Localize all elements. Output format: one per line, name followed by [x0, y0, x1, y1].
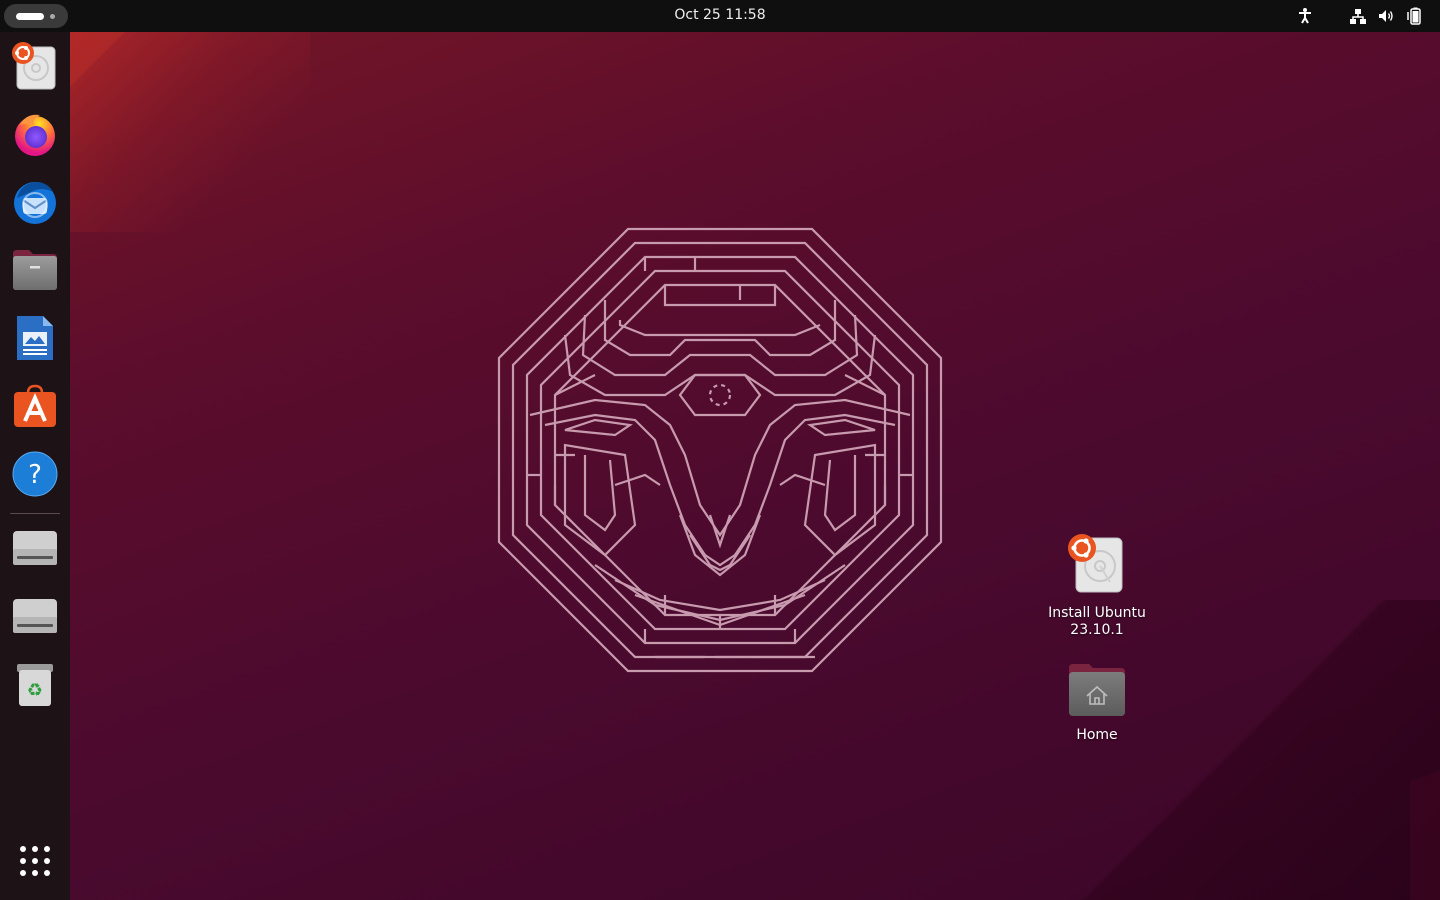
dock-item-install-ubuntu[interactable] — [7, 38, 63, 94]
dock-item-trash[interactable]: ♻ — [7, 657, 63, 713]
files-icon — [13, 250, 57, 290]
desktop-icon-label: Home — [1076, 727, 1118, 743]
volume-icon[interactable] — [1376, 6, 1396, 26]
dock-item-files[interactable] — [7, 242, 63, 298]
dock: ? ♻ — [0, 32, 70, 900]
dock-item-drive-1[interactable] — [7, 521, 63, 577]
clock-button[interactable]: Oct 25 11:58 — [666, 5, 773, 25]
thunderbird-icon — [14, 182, 56, 224]
app-center-icon — [14, 384, 56, 427]
wallpaper-shade — [1020, 600, 1440, 900]
help-icon: ? — [12, 451, 58, 497]
desktop-icon-home[interactable]: Home — [1042, 662, 1152, 744]
top-bar: Oct 25 11:58 — [0, 0, 1440, 32]
dock-item-libreoffice-writer[interactable] — [7, 310, 63, 366]
firefox-icon — [15, 114, 55, 156]
dock-item-help[interactable]: ? — [7, 446, 63, 502]
wallpaper-highlight — [70, 32, 310, 232]
desktop[interactable]: Install Ubuntu 23.10.1 Home — [0, 0, 1440, 900]
desktop-icon-label: Install Ubuntu 23.10.1 — [1048, 605, 1146, 638]
drive-icon — [13, 599, 57, 633]
battery-icon[interactable] — [1405, 6, 1425, 26]
dock-item-app-center[interactable] — [7, 378, 63, 434]
writer-icon — [17, 316, 53, 360]
app-grid-icon — [20, 846, 50, 876]
trash-icon: ♻ — [17, 664, 53, 706]
workspace-indicator — [50, 14, 55, 19]
wallpaper-edge — [1410, 620, 1440, 900]
wallpaper-maze-emblem — [497, 227, 943, 673]
svg-text:?: ? — [28, 460, 42, 490]
show-apps-button[interactable] — [7, 833, 63, 889]
dock-item-thunderbird[interactable] — [7, 174, 63, 230]
activities-button[interactable] — [4, 4, 68, 28]
drive-icon — [13, 531, 57, 565]
home-folder-icon — [1069, 664, 1125, 716]
network-icon[interactable] — [1348, 6, 1368, 26]
svg-text:♻: ♻ — [27, 680, 43, 701]
dock-separator — [10, 513, 60, 514]
dock-item-firefox[interactable] — [7, 106, 63, 162]
clock: Oct 25 11:58 — [0, 0, 1440, 32]
installer-icon — [1068, 534, 1123, 593]
installer-icon — [12, 42, 56, 90]
accessibility-icon[interactable] — [1295, 6, 1315, 26]
workspace-indicator-active — [16, 13, 44, 20]
desktop-icon-install-ubuntu[interactable]: Install Ubuntu 23.10.1 — [1042, 532, 1152, 639]
dock-item-drive-2[interactable] — [7, 589, 63, 645]
